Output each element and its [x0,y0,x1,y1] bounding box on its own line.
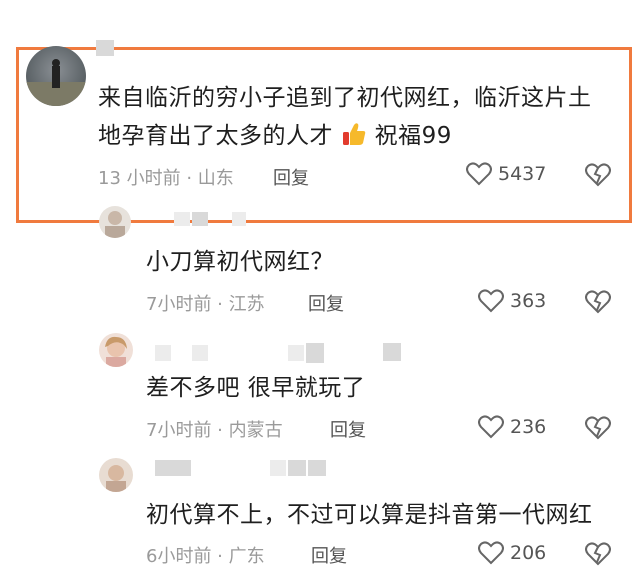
username-redacted [155,345,171,361]
dislike-icon[interactable] [585,542,611,566]
dislike-icon[interactable] [585,416,611,440]
avatar-photo-icon [105,336,127,367]
comment-meta: 7小时前 · 江苏 [146,294,265,315]
heart-icon [466,162,492,186]
like-count: 5437 [498,163,547,185]
comment-text-line1: 来自临沂的穷小子追到了初代网红，临沂这片土 [98,85,592,111]
username-redacted [96,40,114,56]
comment-meta: 7小时前 · 内蒙古 [146,420,283,441]
reply-button[interactable]: 回复 [273,164,309,190]
comment-text: 差不多吧 很早就玩了 [146,375,366,401]
avatar[interactable] [99,206,131,238]
comment-text: 小刀算初代网红？ [146,249,334,275]
username-redacted [308,460,326,476]
comment-meta: 6小时前 · 广东 [146,546,265,567]
heart-icon [478,415,504,439]
username-redacted [192,345,208,361]
reply-button[interactable]: 回复 [308,290,344,316]
username-redacted [155,460,191,476]
like-button[interactable]: 206 [478,541,546,565]
avatar[interactable] [99,458,133,492]
username-redacted [174,212,190,226]
username-redacted [192,212,208,226]
comment-text-line2-b: 祝福99 [374,123,452,149]
avatar-photo-icon [26,59,86,106]
username-redacted [306,343,324,363]
reply-button[interactable]: 回复 [330,416,366,442]
comment-text: 初代算不上，不过可以算是抖音第一代网红 [146,502,593,528]
avatar-photo-icon [106,465,126,492]
like-button[interactable]: 5437 [466,162,546,186]
username-redacted [232,212,246,226]
comment-meta: 13 小时前 · 山东 [98,168,234,189]
username-redacted [288,345,304,361]
like-count: 206 [510,542,547,564]
username-redacted [383,343,401,361]
avatar-photo-icon [105,211,125,238]
like-count: 363 [510,290,547,312]
avatar[interactable] [99,333,133,367]
username-redacted [270,460,286,476]
dislike-icon[interactable] [585,290,611,314]
heart-icon [478,289,504,313]
username-redacted [288,460,306,476]
reply-button[interactable]: 回复 [311,542,347,568]
like-button[interactable]: 363 [478,289,546,313]
dislike-icon[interactable] [585,163,611,187]
comment-text-line2: 地孕育出了太多的人才 祝福99 [98,118,452,154]
like-count: 236 [510,416,547,438]
avatar[interactable] [26,46,86,106]
like-button[interactable]: 236 [478,415,546,439]
thumbs-up-icon [342,123,366,145]
heart-icon [478,541,504,565]
comment-text-line2-a: 地孕育出了太多的人才 [98,123,333,149]
